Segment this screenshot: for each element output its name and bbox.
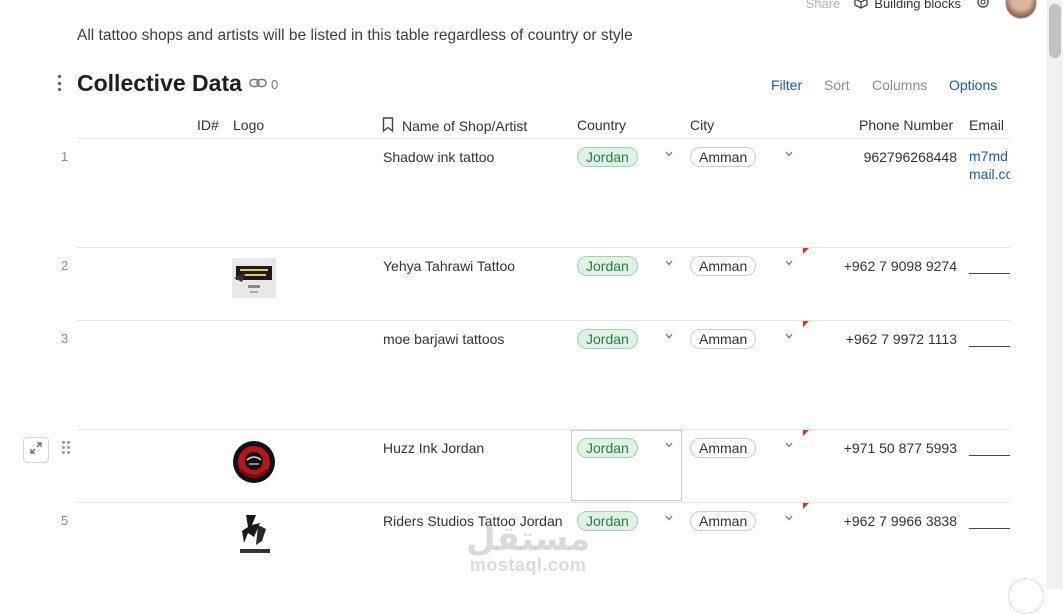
options-button[interactable]: Options (949, 77, 997, 93)
phone-cell[interactable]: 962796268448 (864, 149, 957, 165)
gear-icon[interactable] (975, 0, 991, 13)
shop-logo (232, 258, 276, 303)
chevron-down-icon[interactable] (665, 333, 673, 340)
email-cell[interactable]: ______ (969, 440, 1010, 456)
email-line-2: mail.cc (969, 166, 1010, 182)
column-header-logo[interactable]: Logo (233, 117, 264, 133)
country-pill[interactable]: Jordan (577, 438, 638, 458)
city-pill[interactable]: Amman (690, 438, 757, 458)
sort-button[interactable]: Sort (824, 77, 850, 93)
cube-icon (854, 0, 868, 12)
column-header-phone[interactable]: Phone Number (859, 117, 953, 133)
table-row[interactable]: 2 Yehya Tahrawi Tattoo Jordan Amman +962… (0, 248, 1010, 321)
comment-flag-icon (803, 321, 809, 327)
country-pill[interactable]: Jordan (577, 147, 638, 167)
table-header: ID# Logo Name of Shop/Artist Country Cit… (0, 112, 1010, 138)
expand-row-button[interactable] (23, 437, 49, 463)
expand-icon (29, 441, 43, 460)
link-icon (249, 77, 267, 92)
column-header-name[interactable]: Name of Shop/Artist (382, 117, 527, 135)
building-blocks-button[interactable]: Building blocks (854, 0, 961, 12)
city-pill[interactable]: Amman (690, 329, 757, 349)
phone-cell[interactable]: +962 7 9098 9274 (844, 258, 957, 274)
shop-name-cell[interactable]: Huzz Ink Jordan (383, 440, 484, 456)
table-row[interactable]: Huzz Ink Jordan Jordan Amman +971 50 877… (0, 430, 1010, 503)
columns-button[interactable]: Columns (872, 77, 927, 93)
comment-flag-icon (803, 430, 809, 436)
chevron-down-icon[interactable] (665, 442, 673, 449)
link-count[interactable]: 0 (249, 77, 278, 92)
bookmark-icon (382, 117, 394, 135)
email-link[interactable]: m7md mail.cc (969, 147, 1010, 183)
avatar[interactable] (1005, 0, 1037, 19)
vertical-scrollbar[interactable] (1047, 0, 1063, 589)
city-pill[interactable]: Amman (690, 147, 757, 167)
chevron-down-icon[interactable] (785, 333, 793, 340)
chevron-down-icon[interactable] (665, 260, 673, 267)
phone-cell[interactable]: +962 7 9966 3838 (844, 513, 957, 529)
row-number: 5 (61, 513, 69, 528)
table-row[interactable]: 3 moe barjawi tattoos Jordan Amman +962 … (0, 321, 1010, 430)
data-table: ID# Logo Name of Shop/Artist Country Cit… (0, 112, 1010, 589)
column-header-id[interactable]: ID# (197, 117, 219, 133)
table-description: All tattoo shops and artists will be lis… (77, 27, 633, 44)
table-row[interactable]: 5 Riders Studios Tattoo Jordan Jordan Am… (0, 503, 1010, 589)
filter-button[interactable]: Filter (771, 77, 802, 93)
phone-cell[interactable]: +971 50 877 5993 (844, 440, 957, 456)
top-bar: Share Building blocks (806, 0, 1037, 19)
row-number: 3 (61, 331, 69, 346)
country-pill[interactable]: Jordan (577, 511, 638, 531)
shop-name-cell[interactable]: Riders Studios Tattoo Jordan (383, 513, 563, 529)
building-blocks-label: Building blocks (874, 0, 961, 11)
email-cell[interactable]: ______ (969, 331, 1010, 347)
city-pill[interactable]: Amman (690, 511, 757, 531)
chevron-down-icon[interactable] (785, 515, 793, 522)
chevron-down-icon[interactable] (665, 515, 673, 522)
table-row[interactable]: 1 Shadow ink tattoo Jordan Amman 9627962… (0, 139, 1010, 248)
shop-logo (232, 440, 276, 489)
page-title: Collective Data (77, 70, 242, 96)
country-pill[interactable]: Jordan (577, 256, 638, 276)
country-pill[interactable]: Jordan (577, 329, 638, 349)
phone-cell[interactable]: +962 7 9972 1113 (846, 331, 957, 347)
chevron-down-icon[interactable] (785, 442, 793, 449)
shop-logo (234, 511, 274, 562)
link-count-value: 0 (271, 77, 279, 92)
city-pill[interactable]: Amman (690, 256, 757, 276)
shop-name-cell[interactable]: Yehya Tahrawi Tattoo (383, 258, 515, 274)
shop-name-cell[interactable]: moe barjawi tattoos (383, 331, 504, 347)
floating-action-button[interactable] (1008, 578, 1044, 614)
comment-flag-icon (803, 248, 809, 254)
email-cell[interactable]: ______ (969, 513, 1010, 529)
scrollbar-thumb[interactable] (1049, 4, 1061, 58)
email-cell[interactable]: ______ (969, 258, 1010, 274)
column-header-city[interactable]: City (690, 117, 714, 133)
comment-flag-icon (803, 503, 809, 509)
drag-handle-icon[interactable] (62, 441, 70, 455)
shop-name-cell[interactable]: Shadow ink tattoo (383, 149, 494, 165)
chevron-down-icon[interactable] (785, 151, 793, 158)
chevron-down-icon[interactable] (665, 151, 673, 158)
email-line-1: m7md (969, 148, 1008, 164)
block-menu-icon[interactable] (55, 75, 63, 91)
row-number: 2 (61, 258, 69, 273)
share-button[interactable]: Share (806, 0, 841, 11)
column-header-name-label: Name of Shop/Artist (402, 118, 528, 134)
column-header-country[interactable]: Country (577, 117, 626, 133)
chevron-down-icon[interactable] (785, 260, 793, 267)
column-header-email[interactable]: Email (969, 117, 1004, 133)
row-number: 1 (61, 149, 69, 164)
